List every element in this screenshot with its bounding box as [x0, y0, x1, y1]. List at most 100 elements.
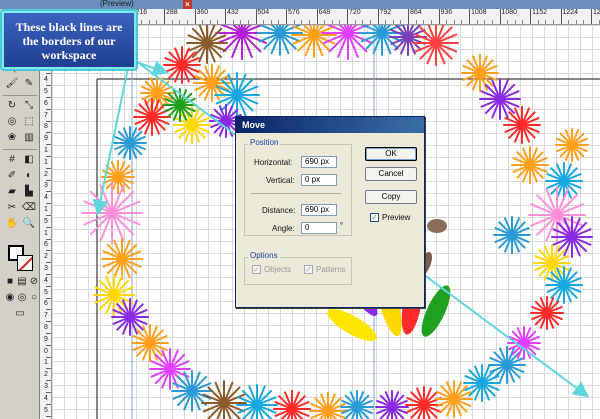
degree-sign: °	[340, 221, 344, 230]
warp-tool-icon[interactable]: ◎	[4, 115, 20, 129]
starburst	[507, 326, 541, 360]
options-group-label: Options	[248, 251, 280, 260]
ruler-minor-tick	[583, 20, 585, 24]
toolbox-divider	[3, 95, 37, 96]
ruler-tick-label: 1296	[593, 9, 600, 16]
ruler-minor-tick	[400, 20, 402, 24]
ruler-tick-label: 0	[44, 347, 48, 355]
ruler-minor-tick	[186, 20, 188, 24]
ruler-tick-label: 864	[410, 9, 422, 16]
ruler-tick: 864	[408, 9, 422, 24]
paintbrush-tool-icon[interactable]: 🖌	[4, 77, 20, 91]
ruler-tick: 936	[438, 9, 452, 24]
starburst	[273, 390, 311, 419]
ruler-minor-tick	[461, 20, 463, 24]
ruler-tick: 504	[255, 9, 269, 24]
ruler-minor-tick	[423, 20, 425, 24]
position-divider	[251, 193, 341, 194]
pencil-tool-icon[interactable]: ✎	[21, 77, 37, 91]
starburst	[461, 54, 499, 92]
ruler-minor-tick	[148, 20, 150, 24]
zoom-tool-icon[interactable]: 🔍	[21, 217, 37, 231]
ruler-tick-label: 936	[440, 9, 453, 16]
vertical-input[interactable]: 0 px	[301, 174, 337, 186]
ruler-tick-label: 5	[44, 88, 48, 95]
ruler-tick-label: 6	[44, 99, 48, 107]
ruler-tick-label: 1	[44, 147, 48, 154]
rotate-tool-icon[interactable]: ↻	[4, 99, 20, 113]
starburst	[186, 25, 228, 64]
eraser-tool-icon[interactable]: ⌫	[21, 201, 37, 215]
gradient-tool-icon[interactable]: ◧	[21, 153, 37, 167]
screen-mode-icon[interactable]: ▭	[12, 307, 28, 321]
objects-checkbox[interactable]: ✓	[252, 265, 261, 274]
starburst	[93, 274, 135, 316]
starburst	[511, 146, 549, 184]
live-paint-tool-icon[interactable]: ▰	[4, 185, 20, 199]
eyedropper-tool-icon[interactable]: ✐	[4, 169, 20, 183]
ruler-minor-tick	[141, 20, 143, 24]
ruler-minor-tick	[339, 20, 341, 24]
position-group-label: Position	[248, 138, 281, 147]
annotation-callout: These black lines are the borders of our…	[2, 11, 136, 69]
ruler-tick-label: 4	[44, 276, 48, 284]
ruler-tick: 432	[225, 9, 239, 24]
ruler-minor-tick	[369, 20, 371, 24]
ruler-minor-tick	[415, 20, 417, 24]
ruler-tick-label: 1008	[471, 9, 487, 16]
ruler-tick: 360	[194, 9, 208, 24]
starburst	[171, 370, 213, 412]
ruler-tick-label: 2	[44, 170, 48, 178]
petal	[427, 219, 447, 233]
ruler-minor-tick	[385, 20, 387, 24]
ruler-tick-label: 360	[196, 9, 209, 16]
distance-input[interactable]: 690 px	[301, 204, 337, 216]
preview-label: Preview	[382, 213, 411, 222]
ruler-tick-label: 2	[44, 371, 48, 379]
horizontal-input[interactable]: 690 px	[301, 156, 337, 168]
ruler-tick-label: 4	[44, 76, 48, 84]
ruler-tick-label: 1	[44, 158, 48, 166]
ruler-tick-label: 3	[44, 182, 48, 190]
starburst	[530, 296, 564, 330]
ruler-tick-label: 4	[44, 394, 48, 402]
symbol-sprayer-tool-icon[interactable]: ❀	[4, 131, 20, 145]
ruler-minor-tick	[270, 20, 272, 24]
ruler-tick-label: 7	[44, 312, 48, 320]
stroke-swatch[interactable]	[17, 255, 33, 271]
ruler-minor-tick	[209, 20, 211, 24]
ruler-tick: 1008	[469, 9, 487, 24]
horizontal-label: Horizontal:	[254, 158, 293, 167]
ruler-tick: 576	[286, 9, 300, 24]
preview-checkbox[interactable]: ✓	[370, 213, 379, 222]
scale-tool-icon[interactable]: ⤡	[21, 99, 37, 113]
angle-input[interactable]: 0	[301, 222, 337, 234]
starburst	[131, 324, 169, 362]
mesh-tool-icon[interactable]: #	[4, 153, 20, 167]
ruler-minor-tick	[179, 20, 181, 24]
fill-stroke-swatches[interactable]	[8, 245, 34, 273]
graph-tool-icon[interactable]: ▙	[21, 185, 37, 199]
close-icon[interactable]: ×	[183, 0, 192, 9]
hand-tool-icon[interactable]: ✋	[4, 217, 20, 231]
blend-tool-icon[interactable]: ◐	[21, 169, 37, 183]
starburst	[479, 78, 521, 120]
ok-button[interactable]: OK	[365, 147, 417, 161]
ruler-tick-label: 1	[44, 359, 48, 367]
callout-line-1: These black lines are	[15, 20, 123, 34]
ruler-tick-label: 9	[44, 335, 48, 343]
slice-tool-icon[interactable]: ✂	[4, 201, 20, 215]
column-graph-tool-icon[interactable]: ▥	[21, 131, 37, 145]
ruler-minor-tick	[484, 20, 486, 24]
patterns-checkbox[interactable]: ✓	[304, 265, 313, 274]
ruler-tick: 288	[164, 9, 178, 24]
copy-button[interactable]: Copy	[365, 190, 417, 204]
ruler-minor-tick	[545, 20, 547, 24]
cancel-button[interactable]: Cancel	[365, 167, 417, 181]
objects-label: Objects	[264, 265, 292, 274]
ruler-tick-label: 5	[44, 217, 48, 225]
free-transform-tool-icon[interactable]: ⬚	[21, 115, 37, 129]
ruler-minor-tick	[522, 20, 524, 24]
ruler-minor-tick	[247, 20, 249, 24]
ruler-tick-label: 9	[44, 135, 48, 143]
